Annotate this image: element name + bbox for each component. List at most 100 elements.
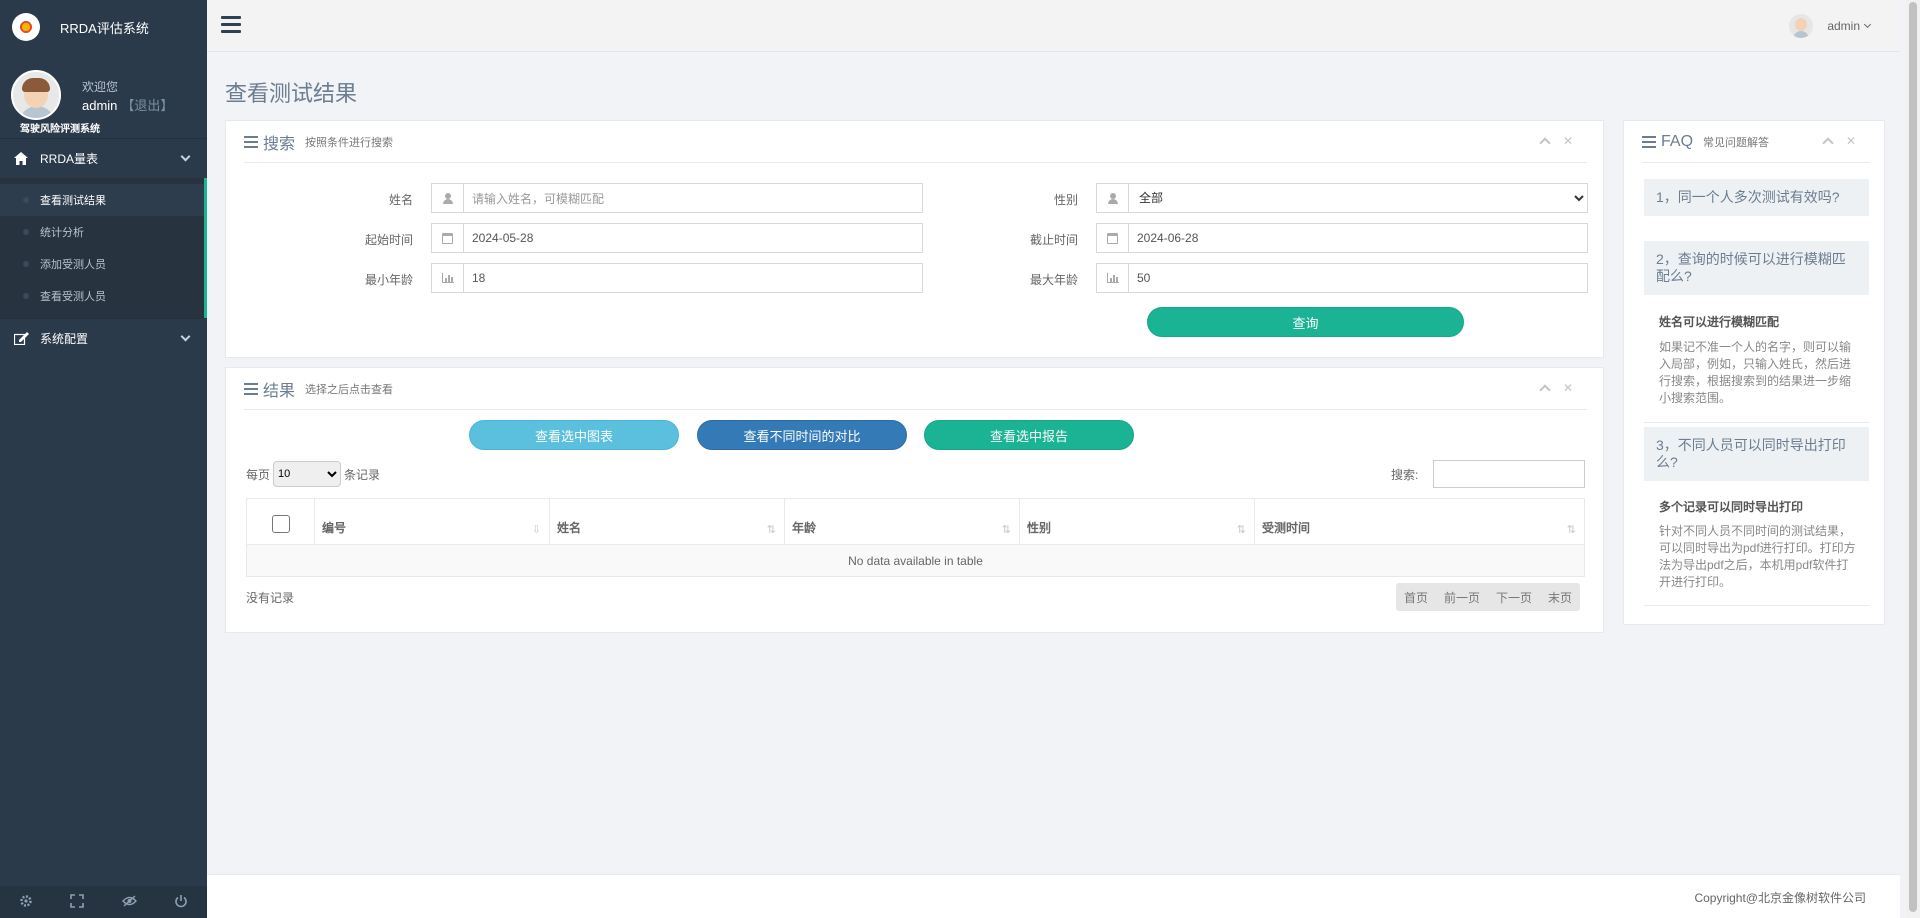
copyright: Copyright@北京金像树软件公司	[1694, 891, 1866, 905]
power-icon[interactable]	[174, 894, 188, 911]
page-length-select[interactable]: 10	[273, 461, 342, 487]
divider	[1644, 422, 1869, 423]
faq-answer-3-title: 多个记录可以同时导出打印	[1659, 500, 1804, 514]
system-name: 驾驶风险评测系统	[20, 124, 100, 135]
list-icon	[244, 135, 258, 148]
sidebar-footer	[0, 886, 207, 918]
select-all-checkbox[interactable]	[271, 515, 290, 533]
user-icon	[432, 184, 464, 212]
list-icon	[1642, 135, 1656, 148]
page-length-control: 每页 10 条记录	[246, 461, 380, 487]
page-length-suffix: 条记录	[344, 467, 381, 482]
select-all-header	[246, 498, 315, 545]
gender-select[interactable]: 全部	[1129, 184, 1587, 212]
panel-tools: ✕	[1539, 382, 1573, 396]
nav-sub-rrda: 查看测试结果 统计分析 添加受测人员 查看受测人员	[0, 178, 207, 318]
nav-group-rrda: RRDA量表 查看测试结果 统计分析 添加受测人员 查看受测人员	[0, 138, 207, 318]
results-panel-header: 结果 选择之后点击查看 ✕	[244, 368, 1587, 410]
logout-link[interactable]: 【退出】	[121, 98, 173, 113]
sort-icon: ⇅	[766, 524, 776, 536]
column-header-name[interactable]: 姓名 ⇅	[549, 498, 785, 545]
prev-page-button[interactable]: 前一页	[1436, 589, 1488, 606]
nav-head-rrda[interactable]: RRDA量表	[0, 138, 207, 178]
faq-question-3[interactable]: 3，不同人员可以同时导出打印么?	[1644, 427, 1869, 481]
results-table: 编号 ⇩ 姓名 ⇅ 年龄 ⇅ 性别 ⇅ 受测时间 ⇅ No data available …	[246, 498, 1585, 577]
collapse-icon[interactable]	[1822, 137, 1834, 149]
page-scrollbar[interactable]	[1906, 0, 1920, 918]
name-label: 姓名	[388, 193, 413, 207]
view-chart-button[interactable]: 查看选中图表	[469, 420, 679, 450]
scrollbar-thumb[interactable]	[1909, 2, 1917, 912]
user-icon	[1097, 184, 1129, 212]
faq-panel: FAQ 常见问题解答 ✕ 1，同一个人多次测试有效吗? 2，查询的时候可以进行模…	[1623, 120, 1885, 625]
column-header-test-time-label: 受测时间	[1262, 521, 1311, 535]
compare-button[interactable]: 查看不同时间的对比	[697, 420, 907, 450]
page-title: 查看测试结果	[225, 81, 358, 106]
close-icon[interactable]: ✕	[1846, 135, 1856, 147]
sort-icon: ⇅	[1566, 524, 1576, 536]
last-page-button[interactable]: 末页	[1540, 589, 1580, 606]
sidebar-item-view-results[interactable]: 查看测试结果	[0, 184, 204, 216]
search-panel-subtitle: 按照条件进行搜索	[305, 136, 394, 149]
faq-answer-3-text: 针对不同人员不同时间的测试结果，可以同时导出为pdf进行打印。打印方法为导出pd…	[1659, 524, 1856, 589]
welcome-text: 欢迎您	[82, 80, 119, 94]
bar-chart-icon	[1097, 264, 1129, 292]
column-header-age[interactable]: 年龄 ⇅	[784, 498, 1020, 545]
profile-username: admin 【退出】	[82, 95, 173, 114]
column-header-test-time[interactable]: 受测时间 ⇅	[1254, 498, 1585, 545]
collapse-icon[interactable]	[1539, 384, 1551, 396]
avatar	[11, 70, 61, 120]
table-info: 没有记录	[246, 591, 295, 605]
query-button[interactable]: 查询	[1147, 307, 1464, 337]
faq-subtitle: 常见问题解答	[1703, 136, 1770, 149]
end-date-field[interactable]: 2024-06-28	[1096, 223, 1588, 253]
min-age-field[interactable]: 18	[431, 263, 923, 293]
sort-icon: ⇅	[1236, 524, 1246, 536]
min-age-value: 18	[472, 271, 486, 285]
table-header-row: 编号 ⇩ 姓名 ⇅ 年龄 ⇅ 性别 ⇅ 受测时间 ⇅	[246, 498, 1585, 545]
sidebar-item-add-subject[interactable]: 添加受测人员	[0, 248, 204, 280]
sort-icon: ⇅	[1001, 524, 1011, 536]
gender-select-group: 全部	[1096, 183, 1588, 213]
column-header-id[interactable]: 编号 ⇩	[314, 498, 550, 545]
faq-panel-header: FAQ 常见问题解答 ✕	[1642, 121, 1870, 163]
nav-group-config: 系统配置	[0, 318, 207, 358]
collapse-icon[interactable]	[1539, 137, 1551, 149]
column-header-age-label: 年龄	[792, 521, 817, 535]
first-page-button[interactable]: 首页	[1396, 589, 1436, 606]
next-page-button[interactable]: 下一页	[1488, 589, 1540, 606]
panel-tools: ✕	[1822, 135, 1856, 149]
table-search-input[interactable]	[1433, 460, 1585, 488]
sidebar-item-view-subjects[interactable]: 查看受测人员	[0, 280, 204, 312]
sidebar-item-statistics[interactable]: 统计分析	[0, 216, 204, 248]
menu-toggle-icon[interactable]	[221, 16, 241, 34]
start-date-label: 起始时间	[364, 233, 413, 247]
view-report-button[interactable]: 查看选中报告	[924, 420, 1134, 450]
faq-question-1[interactable]: 1，同一个人多次测试有效吗?	[1644, 179, 1869, 216]
close-icon[interactable]: ✕	[1563, 135, 1573, 147]
gear-icon[interactable]	[19, 894, 33, 911]
column-header-gender-label: 性别	[1027, 521, 1052, 535]
avatar	[1789, 14, 1814, 38]
faq-question-2[interactable]: 2，查询的时候可以进行模糊匹配么?	[1644, 241, 1869, 295]
close-icon[interactable]: ✕	[1563, 382, 1573, 394]
fullscreen-icon[interactable]	[70, 893, 85, 911]
nav-head-config-label: 系统配置	[40, 332, 89, 346]
end-date-value: 2024-06-28	[1137, 231, 1199, 245]
edit-icon	[13, 331, 30, 346]
sort-desc-icon: ⇩	[531, 524, 541, 536]
top-username: admin	[1827, 19, 1860, 33]
chevron-down-icon	[180, 331, 191, 342]
end-date-label: 截止时间	[1029, 233, 1078, 247]
nav-head-config[interactable]: 系统配置	[0, 318, 207, 358]
table-row: No data available in table	[246, 544, 1585, 577]
start-date-field[interactable]: 2024-05-28	[431, 223, 923, 253]
eye-slash-icon[interactable]	[121, 894, 137, 910]
name-field[interactable]: 请输入姓名，可模糊匹配	[431, 183, 923, 213]
empty-table-message: No data available in table	[246, 544, 1585, 577]
max-age-field[interactable]: 50	[1096, 263, 1588, 293]
column-header-name-label: 姓名	[557, 521, 582, 535]
column-header-gender[interactable]: 性别 ⇅	[1019, 498, 1255, 545]
start-date-value: 2024-05-28	[472, 231, 534, 245]
top-user-menu[interactable]: admin	[1789, 14, 1872, 38]
